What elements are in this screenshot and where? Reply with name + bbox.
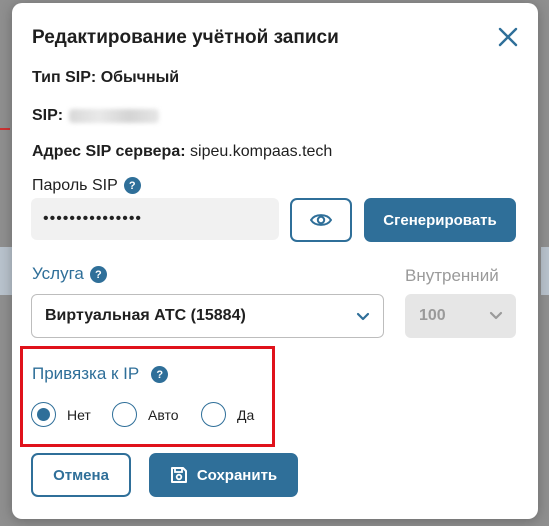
background-fragment <box>0 247 12 295</box>
password-label: Пароль SIP <box>32 177 118 194</box>
sip-login-label: SIP: <box>32 107 64 124</box>
internal-label-row: Внутренний <box>405 266 499 286</box>
background-fragment <box>541 247 549 295</box>
ip-option-none[interactable]: Нет <box>31 402 91 427</box>
close-button[interactable] <box>494 23 522 51</box>
internal-label: Внутренний <box>405 266 499 285</box>
edit-account-modal: Редактирование учётной записи Тип SIP: О… <box>12 3 538 519</box>
eye-icon <box>310 214 332 226</box>
radio-button[interactable] <box>112 402 137 427</box>
server-address-value: sipeu.kompaas.tech <box>190 143 333 160</box>
sip-type-row: Тип SIP: Обычный <box>32 69 179 87</box>
sip-login-blurred <box>69 108 160 123</box>
sip-type-label: Тип SIP: <box>32 69 97 86</box>
ip-option-label: Да <box>237 406 255 423</box>
internal-number-value: 100 <box>419 307 446 324</box>
close-icon <box>498 27 518 47</box>
internal-number-select: 100 <box>405 294 516 338</box>
ip-binding-label-row: Привязка к IP? <box>32 364 169 384</box>
server-address-label: Адрес SIP сервера: <box>32 143 186 160</box>
password-help-icon[interactable]: ? <box>123 177 141 195</box>
service-label: Услуга <box>32 264 84 283</box>
radio-button[interactable] <box>31 402 56 427</box>
sip-login-row: SIP: <box>32 107 160 125</box>
modal-title: Редактирование учётной записи <box>32 27 339 48</box>
ip-binding-label: Привязка к IP <box>32 364 140 383</box>
ip-binding-help-icon[interactable]: ? <box>151 366 169 384</box>
generate-password-button[interactable]: Сгенерировать <box>364 198 516 242</box>
ip-option-yes[interactable]: Да <box>201 402 254 427</box>
ip-option-auto[interactable]: Авто <box>112 402 179 427</box>
radio-selected-dot <box>37 408 50 421</box>
ip-option-label: Авто <box>148 406 179 423</box>
service-help-icon[interactable]: ? <box>89 266 107 284</box>
server-address-row: Адрес SIP сервера: sipeu.kompaas.tech <box>32 143 332 161</box>
ip-binding-highlight <box>20 346 275 447</box>
save-button[interactable]: Сохранить <box>149 453 298 497</box>
service-select[interactable]: Виртуальная АТС (15884) <box>31 294 384 338</box>
save-button-label: Сохранить <box>196 466 278 484</box>
cancel-button[interactable]: Отмена <box>31 453 131 497</box>
sip-type-value: Обычный <box>100 69 180 86</box>
show-password-button[interactable] <box>290 198 352 242</box>
password-field[interactable] <box>31 198 279 240</box>
chevron-down-icon <box>356 312 370 321</box>
service-label-row: Услуга? <box>32 264 107 284</box>
background-fragment <box>0 128 10 158</box>
chevron-down-icon <box>489 311 503 320</box>
service-select-value: Виртуальная АТС (15884) <box>45 307 246 324</box>
radio-button[interactable] <box>201 402 226 427</box>
password-label-row: Пароль SIP? <box>32 177 141 195</box>
ip-option-label: Нет <box>67 406 91 423</box>
floppy-disk-icon <box>170 467 187 483</box>
